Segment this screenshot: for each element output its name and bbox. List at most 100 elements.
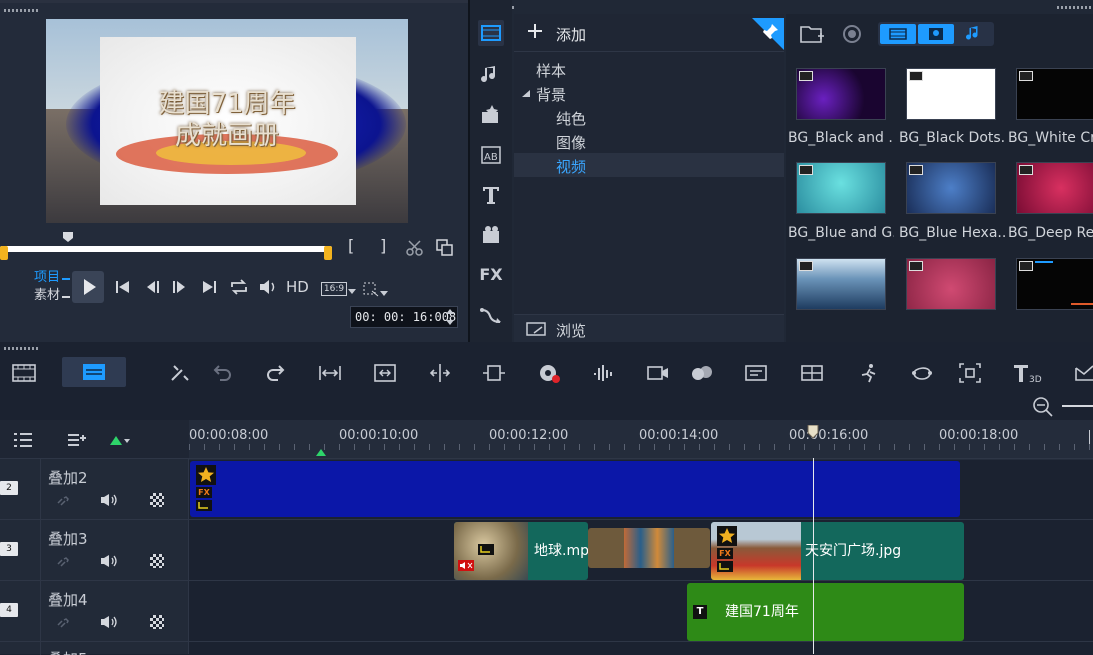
add-folder-button[interactable]: 添加	[514, 14, 784, 52]
timecode-display[interactable]: 00: 00: 16:008	[350, 306, 458, 328]
link-icon[interactable]	[56, 556, 70, 568]
mode-project[interactable]: 项目	[34, 269, 60, 287]
aspect-ratio-button[interactable]: 16:9	[321, 282, 347, 296]
thumb-black-lines[interactable]	[1016, 258, 1093, 310]
storyboard-view-icon[interactable]	[12, 362, 36, 384]
volume-icon[interactable]	[258, 279, 278, 295]
fit-project-icon[interactable]	[318, 362, 342, 384]
title-icon[interactable]	[478, 182, 504, 208]
mask-creator-icon[interactable]	[910, 362, 934, 384]
redo-icon[interactable]	[264, 362, 288, 384]
go-end-icon[interactable]	[200, 279, 218, 295]
thumb-pink-bokeh[interactable]	[906, 258, 996, 310]
tree-item-solid-colors[interactable]: 纯色	[556, 108, 586, 129]
fit-window-icon[interactable]	[373, 362, 397, 384]
ripple-marker-icon[interactable]	[316, 448, 326, 456]
subtitle-editor-icon[interactable]	[744, 362, 768, 384]
transparency-icon[interactable]	[150, 615, 164, 629]
zoom-out-icon[interactable]	[1032, 396, 1054, 418]
timeline-view-button[interactable]	[62, 357, 126, 387]
track-name[interactable]: 叠加4	[48, 589, 88, 610]
record-capture-icon[interactable]	[842, 24, 862, 44]
undo-icon[interactable]	[210, 362, 234, 384]
aspect-dropdown-icon[interactable]	[348, 287, 356, 295]
scissors-icon[interactable]	[406, 239, 424, 257]
repeat-icon[interactable]	[229, 279, 249, 295]
mode-clip[interactable]: 素材	[34, 287, 60, 305]
crop-icon[interactable]	[362, 281, 380, 297]
pin-icon[interactable]	[752, 18, 784, 50]
expand-arrow-icon[interactable]	[522, 90, 530, 98]
go-start-icon[interactable]	[114, 279, 132, 295]
track-number[interactable]: 3	[0, 542, 18, 556]
transition-icon[interactable]: AB	[478, 142, 504, 168]
timecode-stepper[interactable]	[444, 306, 456, 328]
clip-tiananmen-image[interactable]: FX 天安门广场.jpg	[711, 522, 964, 580]
clip-title[interactable]: T 建国71周年	[687, 583, 964, 641]
sound-mixer-icon[interactable]	[592, 362, 616, 384]
link-icon[interactable]	[56, 495, 70, 507]
time-remap-icon[interactable]	[856, 362, 880, 384]
audio-icon[interactable]	[478, 62, 504, 88]
show-videos-toggle[interactable]	[880, 24, 916, 44]
playhead-handle[interactable]	[806, 425, 820, 439]
trim-start-handle[interactable]	[0, 246, 8, 260]
mark-in-icon[interactable]: [	[348, 237, 354, 255]
thumb-bg-black-dots[interactable]	[906, 68, 996, 120]
tools-icon[interactable]	[168, 362, 192, 384]
track-number[interactable]: 4	[0, 603, 18, 617]
more-tools-icon[interactable]	[1074, 362, 1093, 384]
tree-item-videos[interactable]: 视频	[556, 156, 586, 177]
mark-out-icon[interactable]: ]	[380, 237, 386, 255]
import-folder-icon[interactable]	[800, 24, 824, 44]
position-marker[interactable]	[62, 231, 74, 243]
tree-item-backgrounds[interactable]: 背景	[536, 84, 566, 105]
transition-block[interactable]	[588, 528, 710, 568]
transparency-icon[interactable]	[150, 554, 164, 568]
zoom-slider[interactable]	[1062, 405, 1093, 407]
next-frame-icon[interactable]	[170, 279, 188, 295]
track-volume-icon[interactable]	[100, 493, 118, 507]
clip-overlay-color[interactable]: FX	[190, 461, 960, 517]
snapshot-icon[interactable]	[436, 239, 454, 257]
trim-bar[interactable]	[0, 246, 332, 252]
split-screen-icon[interactable]	[800, 362, 824, 384]
3d-title-icon[interactable]: 3D	[1012, 362, 1042, 384]
path-icon[interactable]	[478, 302, 504, 328]
record-voice-icon[interactable]	[538, 362, 562, 384]
track-volume-icon[interactable]	[100, 615, 118, 629]
pan-zoom-icon[interactable]	[958, 362, 982, 384]
thumb-bg-blue-hexa[interactable]	[906, 162, 996, 214]
timeline-ruler[interactable]: 00:00:08:00 00:00:10:00 00:00:12:00 00:0…	[189, 420, 1093, 460]
tree-item-samples[interactable]: 样本	[536, 60, 566, 81]
trim-end-handle[interactable]	[324, 246, 332, 260]
show-photos-toggle[interactable]	[918, 24, 954, 44]
thumb-bg-blue-and-g[interactable]	[796, 162, 886, 214]
previous-frame-icon[interactable]	[144, 279, 162, 295]
tree-item-images[interactable]: 图像	[556, 132, 586, 153]
track-volume-icon[interactable]	[100, 554, 118, 568]
browse-button[interactable]: 浏览	[514, 314, 784, 342]
transparency-icon[interactable]	[150, 493, 164, 507]
track-manager-icon[interactable]	[12, 432, 34, 448]
clip-earth-video[interactable]: 地球.mp	[454, 522, 588, 580]
show-audio-toggle[interactable]	[956, 24, 992, 44]
thumb-bg-deep-red[interactable]	[1016, 162, 1093, 214]
fx-icon[interactable]: FX	[478, 262, 504, 288]
link-icon[interactable]	[56, 617, 70, 629]
library-grip-right[interactable]	[1057, 6, 1093, 9]
thumb-bg-white-cross[interactable]	[1016, 68, 1093, 120]
track-name[interactable]: 叠加2	[48, 467, 88, 488]
timeline-grip[interactable]	[4, 347, 40, 350]
ripple-edit-icon[interactable]	[108, 434, 130, 448]
track-number[interactable]: 2	[0, 481, 18, 495]
split-clip-icon[interactable]	[428, 362, 452, 384]
thumb-sky-clouds[interactable]	[796, 258, 886, 310]
trim-clip-icon[interactable]	[482, 362, 506, 384]
media-icon[interactable]	[478, 20, 504, 46]
add-track-icon[interactable]	[66, 432, 88, 448]
thumb-bg-black-and[interactable]	[796, 68, 886, 120]
track-name[interactable]: 叠加3	[48, 528, 88, 549]
graphic-icon[interactable]	[478, 222, 504, 248]
playhead-line[interactable]	[813, 458, 814, 654]
